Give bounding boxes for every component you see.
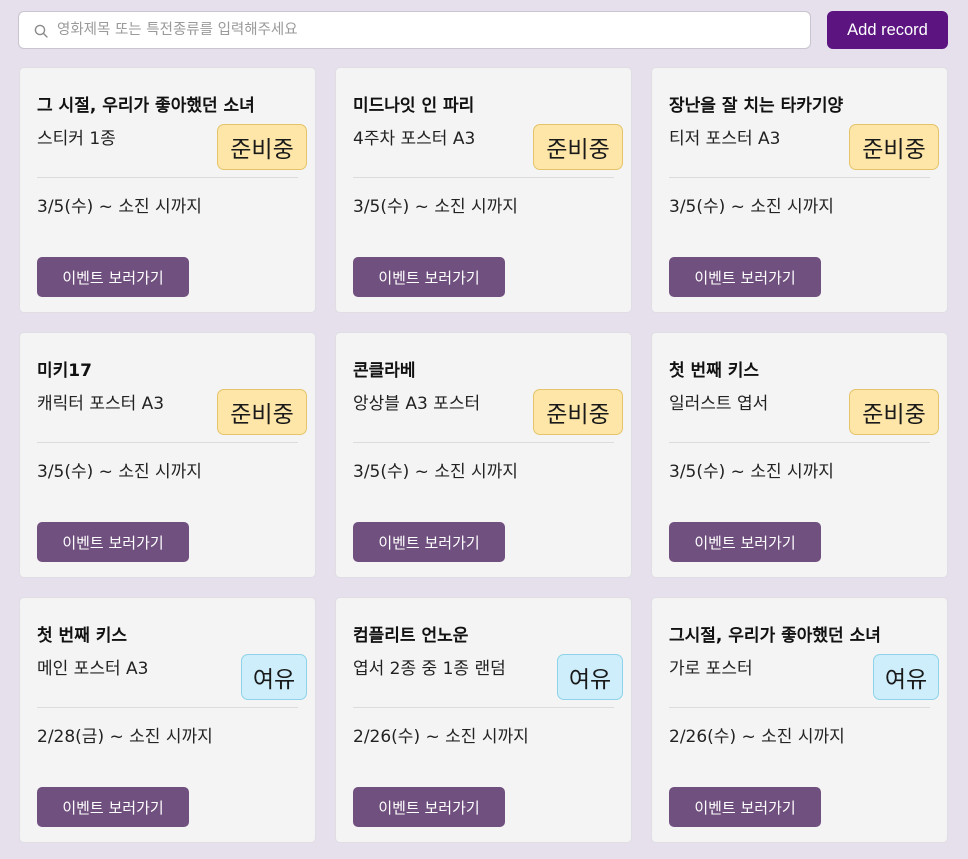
view-event-button[interactable]: 이벤트 보러가기 — [669, 522, 821, 562]
movie-title: 미드나잇 인 파리 — [353, 96, 475, 116]
status-badge: 여유 — [873, 654, 939, 700]
divider — [669, 442, 930, 443]
divider — [353, 707, 614, 708]
search-box[interactable] — [18, 11, 811, 49]
goods-type: 앙상블 A3 포스터 — [353, 394, 481, 414]
event-period: 3/5(수) ~ 소진 시까지 — [353, 462, 518, 482]
event-card: 장난을 잘 치는 타카기양 티저 포스터 A3 준비중 3/5(수) ~ 소진 … — [651, 67, 948, 313]
movie-title: 그시절, 우리가 좋아했던 소녀 — [669, 626, 881, 646]
view-event-button[interactable]: 이벤트 보러가기 — [37, 522, 189, 562]
event-card: 미키17 캐릭터 포스터 A3 준비중 3/5(수) ~ 소진 시까지 이벤트 … — [19, 332, 316, 578]
divider — [353, 442, 614, 443]
event-period: 2/26(수) ~ 소진 시까지 — [669, 727, 845, 747]
status-badge: 준비중 — [849, 389, 939, 435]
view-event-button[interactable]: 이벤트 보러가기 — [669, 257, 821, 297]
movie-title: 첫 번째 키스 — [669, 361, 760, 381]
divider — [37, 177, 298, 178]
status-badge: 준비중 — [217, 124, 307, 170]
toolbar: Add record — [18, 11, 948, 49]
status-badge: 준비중 — [533, 389, 623, 435]
status-badge: 준비중 — [849, 124, 939, 170]
divider — [353, 177, 614, 178]
goods-type: 메인 포스터 A3 — [37, 659, 149, 679]
movie-title: 장난을 잘 치는 타카기양 — [669, 96, 844, 116]
movie-title: 미키17 — [37, 361, 92, 381]
view-event-button[interactable]: 이벤트 보러가기 — [37, 257, 189, 297]
view-event-button[interactable]: 이벤트 보러가기 — [353, 522, 505, 562]
divider — [669, 707, 930, 708]
view-event-button[interactable]: 이벤트 보러가기 — [353, 787, 505, 827]
movie-title: 콘클라베 — [353, 361, 416, 381]
event-card: 콘클라베 앙상블 A3 포스터 준비중 3/5(수) ~ 소진 시까지 이벤트 … — [335, 332, 632, 578]
goods-type: 캐릭터 포스터 A3 — [37, 394, 165, 414]
search-input[interactable] — [57, 12, 797, 48]
goods-type: 일러스트 엽서 — [669, 394, 769, 414]
goods-type: 4주차 포스터 A3 — [353, 129, 476, 149]
divider — [37, 707, 298, 708]
event-card: 컴플리트 언노운 엽서 2종 중 1종 랜덤 여유 2/26(수) ~ 소진 시… — [335, 597, 632, 843]
event-card: 첫 번째 키스 메인 포스터 A3 여유 2/28(금) ~ 소진 시까지 이벤… — [19, 597, 316, 843]
event-period: 3/5(수) ~ 소진 시까지 — [669, 197, 834, 217]
event-card: 그시절, 우리가 좋아했던 소녀 가로 포스터 여유 2/26(수) ~ 소진 … — [651, 597, 948, 843]
event-period: 3/5(수) ~ 소진 시까지 — [37, 197, 202, 217]
event-period: 2/26(수) ~ 소진 시까지 — [353, 727, 529, 747]
goods-type: 티저 포스터 A3 — [669, 129, 781, 149]
event-card-grid: 그 시절, 우리가 좋아했던 소녀 스티커 1종 준비중 3/5(수) ~ 소진… — [19, 67, 948, 843]
divider — [37, 442, 298, 443]
goods-type: 스티커 1종 — [37, 129, 116, 149]
view-event-button[interactable]: 이벤트 보러가기 — [669, 787, 821, 827]
status-badge: 여유 — [557, 654, 623, 700]
event-period: 3/5(수) ~ 소진 시까지 — [37, 462, 202, 482]
event-card: 그 시절, 우리가 좋아했던 소녀 스티커 1종 준비중 3/5(수) ~ 소진… — [19, 67, 316, 313]
add-record-button[interactable]: Add record — [827, 11, 948, 49]
status-badge: 준비중 — [217, 389, 307, 435]
movie-title: 첫 번째 키스 — [37, 626, 128, 646]
event-period: 3/5(수) ~ 소진 시까지 — [669, 462, 834, 482]
goods-type: 엽서 2종 중 1종 랜덤 — [353, 659, 506, 679]
event-period: 3/5(수) ~ 소진 시까지 — [353, 197, 518, 217]
event-card: 미드나잇 인 파리 4주차 포스터 A3 준비중 3/5(수) ~ 소진 시까지… — [335, 67, 632, 313]
search-icon — [34, 24, 48, 38]
view-event-button[interactable]: 이벤트 보러가기 — [37, 787, 189, 827]
movie-title: 그 시절, 우리가 좋아했던 소녀 — [37, 96, 255, 116]
event-card: 첫 번째 키스 일러스트 엽서 준비중 3/5(수) ~ 소진 시까지 이벤트 … — [651, 332, 948, 578]
event-period: 2/28(금) ~ 소진 시까지 — [37, 727, 213, 747]
status-badge: 준비중 — [533, 124, 623, 170]
goods-type: 가로 포스터 — [669, 659, 753, 679]
status-badge: 여유 — [241, 654, 307, 700]
movie-title: 컴플리트 언노운 — [353, 626, 469, 646]
view-event-button[interactable]: 이벤트 보러가기 — [353, 257, 505, 297]
divider — [669, 177, 930, 178]
